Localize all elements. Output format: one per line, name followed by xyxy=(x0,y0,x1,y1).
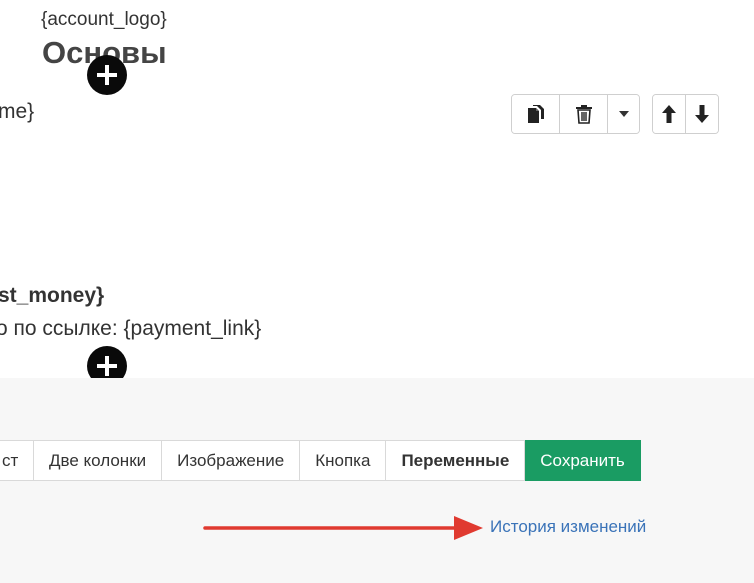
add-block-button-top[interactable] xyxy=(87,55,127,95)
move-block-down-button[interactable] xyxy=(686,95,718,133)
tab-variables[interactable]: Переменные xyxy=(386,440,526,481)
content-line-name: me} xyxy=(0,100,35,123)
move-block-up-button[interactable] xyxy=(653,95,686,133)
tab-text[interactable]: ст xyxy=(0,440,34,481)
save-button[interactable]: Сохранить xyxy=(525,440,641,481)
block-type-toolbar: ст Две колонки Изображение Кнопка Переме… xyxy=(0,440,641,481)
tab-button[interactable]: Кнопка xyxy=(300,440,387,481)
content-line-money: st_money} xyxy=(0,284,105,307)
copy-block-button[interactable] xyxy=(512,95,560,133)
arrow-up-icon xyxy=(662,105,676,123)
block-more-dropdown[interactable] xyxy=(608,95,639,133)
copy-icon xyxy=(527,105,544,123)
tab-image[interactable]: Изображение xyxy=(162,440,301,481)
content-line-payment-link: о по ссылке: {payment_link} xyxy=(0,317,262,340)
tab-two-columns[interactable]: Две колонки xyxy=(34,440,163,481)
trash-icon xyxy=(575,105,592,124)
account-logo-variable: {account_logo} xyxy=(41,9,167,30)
change-history-link[interactable]: История изменений xyxy=(490,517,646,537)
caret-down-icon xyxy=(618,111,629,117)
block-actions-group xyxy=(511,94,640,134)
delete-block-button[interactable] xyxy=(560,95,608,133)
arrow-down-icon xyxy=(695,105,709,123)
plus-icon xyxy=(97,356,117,376)
annotation-arrow xyxy=(203,516,483,540)
plus-icon xyxy=(97,65,117,85)
block-move-group xyxy=(652,94,719,134)
